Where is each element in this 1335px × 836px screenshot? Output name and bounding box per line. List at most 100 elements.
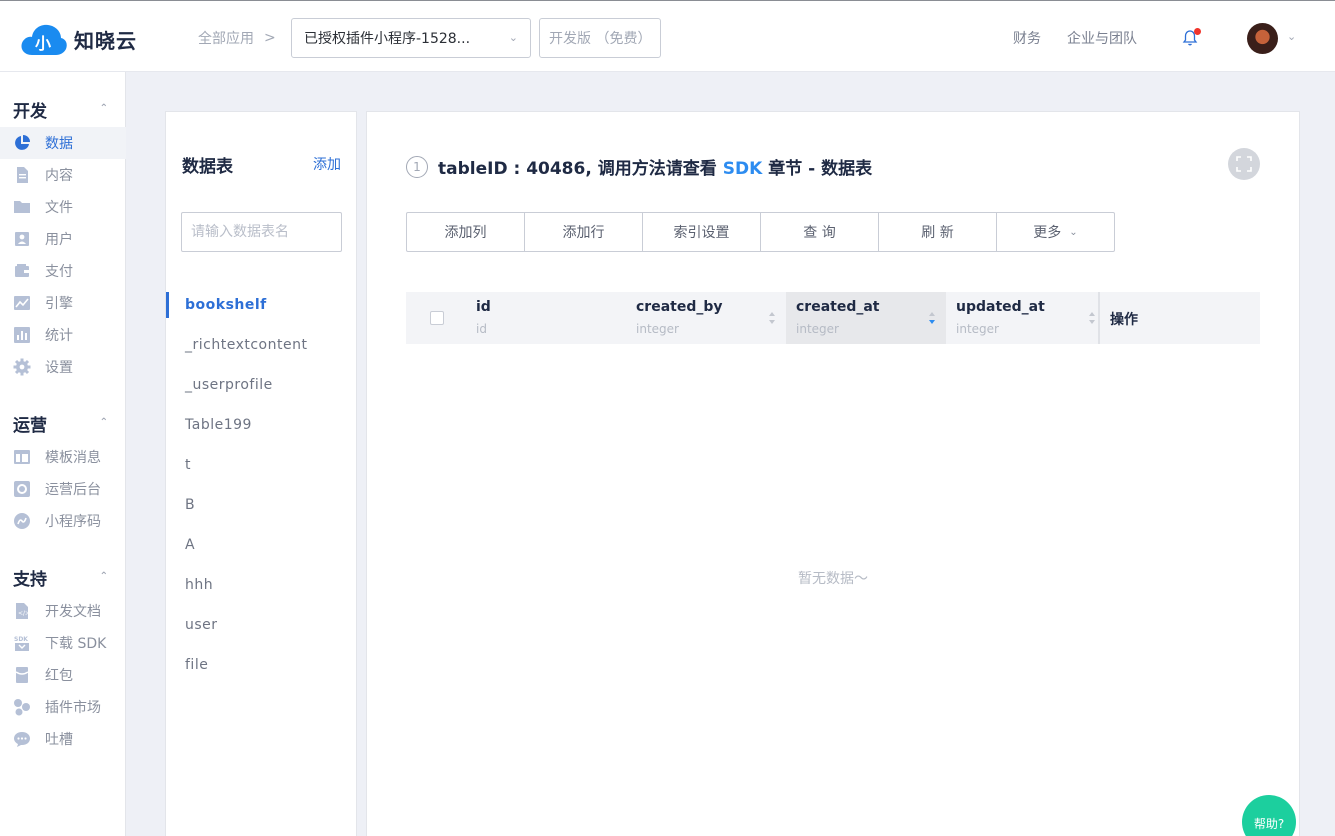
chevron-up-icon: ⌃ <box>99 417 108 428</box>
table-list-item[interactable]: Table199 <box>166 405 356 445</box>
table-info-text: tableID : 40486, 调用方法请查看 SDK 章节 - 数据表 <box>438 159 873 179</box>
plan-label: 开发版 （免费） <box>549 31 652 47</box>
table-list-item[interactable]: B <box>166 485 356 525</box>
svg-text:小: 小 <box>35 34 51 53</box>
template-icon <box>13 448 31 466</box>
table-header-row: id id created_by integer created_at inte… <box>406 292 1260 344</box>
app-select-dropdown[interactable]: 已授权插件小程序-1528... ⌄ <box>291 18 531 58</box>
main-panel: 1 tableID : 40486, 调用方法请查看 SDK 章节 - 数据表 添加… <box>366 111 1300 836</box>
chevron-right-icon: > <box>264 30 276 46</box>
sort-icon[interactable] <box>928 310 936 326</box>
sidebar-item-stats[interactable]: 统计 <box>0 319 126 351</box>
table-list-item[interactable]: A <box>166 525 356 565</box>
sidebar-item-mini-program-code[interactable]: 小程序码 <box>0 505 126 537</box>
sidebar-item-plugin-market[interactable]: 插件市场 <box>0 691 126 723</box>
sidebar-item-files[interactable]: 文件 <box>0 191 126 223</box>
user-card-icon <box>13 230 31 248</box>
sdk-link[interactable]: SDK <box>723 159 763 179</box>
table-list-item[interactable]: _richtextcontent <box>166 325 356 365</box>
sidebar-item-feedback[interactable]: 吐槽 <box>0 723 126 755</box>
sidebar-item-users[interactable]: 用户 <box>0 223 126 255</box>
svg-text:</>: </> <box>18 610 30 617</box>
notification-dot <box>1194 28 1201 35</box>
add-column-button[interactable]: 添加列 <box>406 212 525 252</box>
sidebar-section-ops: 运营 ⌃ 模板消息 运营后台 小程序码 <box>0 405 126 537</box>
app-select-value: 已授权插件小程序-1528... <box>304 31 471 47</box>
table-info-header: 1 tableID : 40486, 调用方法请查看 SDK 章节 - 数据表 <box>406 154 872 179</box>
table-list-item[interactable]: hhh <box>166 565 356 605</box>
sidebar-section-title[interactable]: 运营 ⌃ <box>0 405 126 441</box>
sidebar-item-content[interactable]: 内容 <box>0 159 126 191</box>
step-number-badge: 1 <box>406 155 428 178</box>
user-avatar[interactable] <box>1247 23 1278 54</box>
svg-text:SDK: SDK <box>14 636 28 643</box>
column-header[interactable]: created_by integer <box>626 292 786 344</box>
tables-panel: 数据表 添加 bookshelf _richtextcontent _userp… <box>165 111 357 836</box>
breadcrumb-all-apps[interactable]: 全部应用 <box>198 28 254 48</box>
top-header: 小 知晓云 全部应用 > 已授权插件小程序-1528... ⌄ 开发版 （免费）… <box>0 0 1335 72</box>
fullscreen-button[interactable] <box>1228 148 1260 180</box>
table-list-item[interactable]: bookshelf <box>166 285 356 325</box>
sidebar-item-download-sdk[interactable]: SDK 下载 SDK <box>0 627 126 659</box>
more-dropdown-button[interactable]: 更多 ⌄ <box>996 212 1115 252</box>
chat-bubble-icon <box>13 730 31 748</box>
table-toolbar: 添加列 添加行 索引设置 查 询 刷 新 更多 ⌄ <box>406 212 1115 252</box>
finance-link[interactable]: 财务 <box>1013 28 1041 48</box>
table-list-item[interactable]: user <box>166 605 356 645</box>
sidebar-item-ops-backend[interactable]: 运营后台 <box>0 473 126 505</box>
add-table-link[interactable]: 添加 <box>313 154 341 174</box>
table-list-item[interactable]: _userprofile <box>166 365 356 405</box>
expand-icon <box>1236 156 1252 172</box>
enterprise-team-link[interactable]: 企业与团队 <box>1067 28 1137 48</box>
sidebar-section-title[interactable]: 开发 ⌃ <box>0 91 126 127</box>
sort-icon[interactable] <box>1088 310 1096 326</box>
wallet-icon <box>13 262 31 280</box>
bar-chart-icon <box>13 326 31 344</box>
code-doc-icon: </> <box>13 602 31 620</box>
breadcrumb[interactable]: 全部应用 > <box>198 28 276 48</box>
sidebar-item-settings[interactable]: 设置 <box>0 351 126 383</box>
folder-icon <box>13 198 31 216</box>
column-header[interactable]: updated_at integer <box>946 292 1098 344</box>
table-list: bookshelf _richtextcontent _userprofile … <box>166 285 356 685</box>
document-icon <box>13 166 31 184</box>
trend-icon <box>13 294 31 312</box>
operations-column-header: 操作 <box>1098 292 1260 344</box>
chevron-up-icon: ⌃ <box>99 571 108 582</box>
sidebar-section-support: 支持 ⌃ </> 开发文档 SDK 下载 SDK 红包 插件市场 吐槽 <box>0 559 126 755</box>
table-search-input[interactable] <box>181 212 342 252</box>
sort-icon[interactable] <box>768 310 776 326</box>
sdk-download-icon: SDK <box>13 634 31 652</box>
red-packet-icon <box>13 666 31 684</box>
plan-badge[interactable]: 开发版 （免费） <box>539 18 661 58</box>
table-list-item[interactable]: file <box>166 645 356 685</box>
column-header[interactable]: created_at integer <box>786 292 946 344</box>
table-list-item[interactable]: t <box>166 445 356 485</box>
pie-chart-icon <box>13 134 31 152</box>
add-row-button[interactable]: 添加行 <box>524 212 643 252</box>
chevron-down-icon[interactable]: ⌄ <box>1287 30 1296 43</box>
chevron-down-icon: ⌄ <box>1069 226 1078 238</box>
cloud-logo-icon: 小 <box>20 21 68 57</box>
brand-name: 知晓云 <box>74 28 137 53</box>
empty-state-text: 暂无数据～ <box>798 571 868 587</box>
select-all-checkbox[interactable] <box>430 311 444 325</box>
dashboard-icon <box>13 480 31 498</box>
sidebar-item-dev-docs[interactable]: </> 开发文档 <box>0 595 126 627</box>
chevron-up-icon: ⌃ <box>99 103 108 114</box>
left-sidebar: 开发 ⌃ 数据 内容 文件 用户 支付 引擎 统计 设置 运营 ⌃ 模板消息 运… <box>0 72 126 836</box>
sidebar-item-red-packet[interactable]: 红包 <box>0 659 126 691</box>
sidebar-item-template-messages[interactable]: 模板消息 <box>0 441 126 473</box>
chevron-down-icon: ⌄ <box>508 31 518 44</box>
sidebar-section-dev: 开发 ⌃ 数据 内容 文件 用户 支付 引擎 统计 设置 <box>0 91 126 383</box>
index-settings-button[interactable]: 索引设置 <box>642 212 761 252</box>
refresh-button[interactable]: 刷 新 <box>878 212 997 252</box>
sidebar-item-payment[interactable]: 支付 <box>0 255 126 287</box>
sidebar-item-engine[interactable]: 引擎 <box>0 287 126 319</box>
query-button[interactable]: 查 询 <box>760 212 879 252</box>
brand-logo[interactable]: 小 知晓云 <box>20 21 137 57</box>
sidebar-item-data[interactable]: 数据 <box>0 127 126 159</box>
plugin-icon <box>13 698 31 716</box>
sidebar-section-title[interactable]: 支持 ⌃ <box>0 559 126 595</box>
column-header[interactable]: id id <box>466 292 626 344</box>
